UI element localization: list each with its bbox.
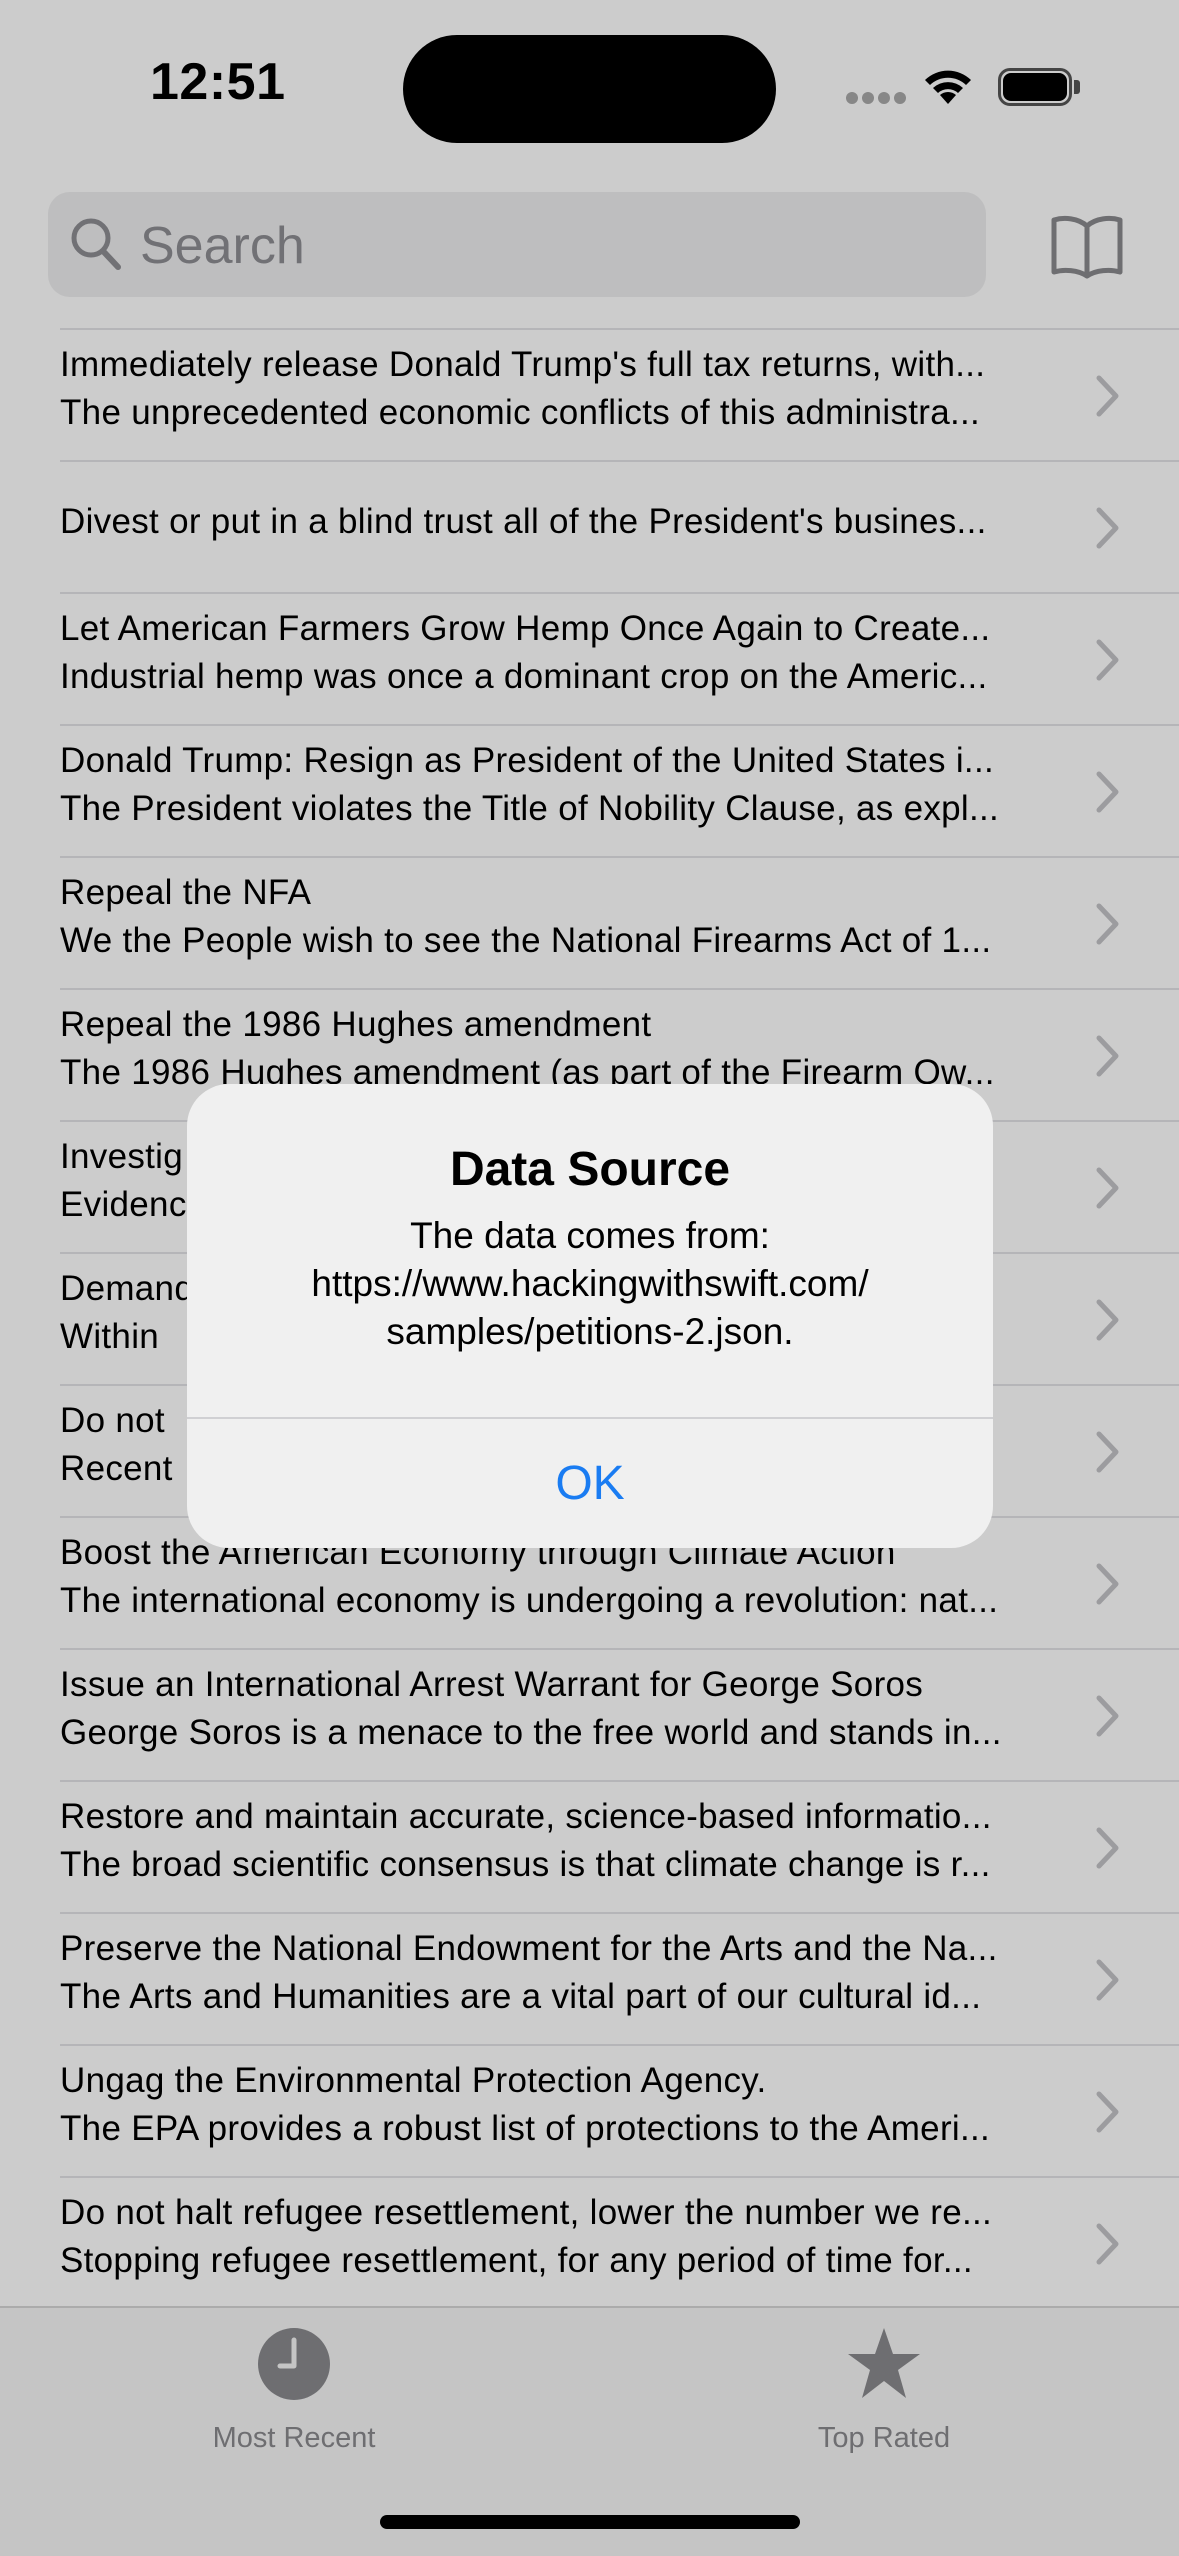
alert-message-line: samples/petitions-2.json. — [386, 1311, 794, 1352]
ok-button[interactable]: OK — [187, 1419, 993, 1548]
alert-message-line: https://www.hackingwithswift.com/ — [311, 1263, 869, 1304]
alert-title: Data Source — [449, 1143, 731, 1196]
alert-message-line: The data comes from: — [410, 1215, 770, 1256]
alert-message: The data comes from: https://www.hacking… — [247, 1212, 933, 1356]
alert-dialog: Data Source The data comes from: https:/… — [187, 1084, 993, 1548]
